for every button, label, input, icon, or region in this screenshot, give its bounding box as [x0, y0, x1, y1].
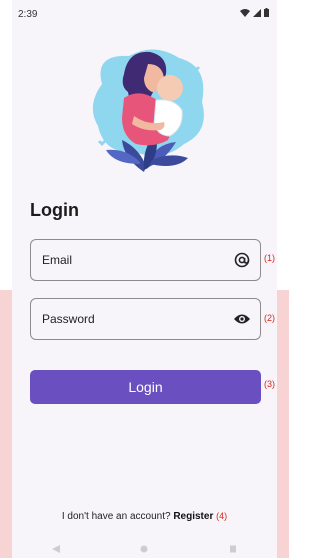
at-sign-icon — [232, 250, 252, 270]
email-placeholder: Email — [42, 253, 73, 267]
login-button[interactable]: Login — [30, 370, 261, 404]
status-bar: 2:39 — [12, 0, 277, 26]
status-time: 2:39 — [18, 9, 38, 20]
annotation-password: (2) — [264, 313, 275, 323]
page-title: Login — [30, 200, 79, 220]
home-nav-icon[interactable] — [138, 545, 150, 553]
annotation-register: (4) — [216, 511, 228, 521]
register-link[interactable]: Register — [173, 511, 213, 522]
eye-icon[interactable] — [232, 309, 252, 329]
register-prompt-text: I don't have an account? — [61, 511, 171, 522]
phone-screen: 2:39 Login Email (1) Password (2) Login … — [12, 0, 277, 558]
recents-nav-icon[interactable] — [227, 545, 239, 553]
back-nav-icon[interactable] — [50, 545, 62, 553]
annotation-email: (1) — [264, 253, 275, 263]
status-icons — [240, 8, 269, 17]
email-field[interactable]: Email — [30, 239, 261, 281]
password-placeholder: Password — [42, 312, 95, 326]
mother-baby-illustration — [84, 44, 210, 174]
annotation-login: (3) — [264, 379, 275, 389]
wifi-icon — [240, 8, 250, 17]
register-prompt: I don't have an account? Register (4) — [12, 511, 277, 522]
signal-icon — [253, 8, 261, 17]
battery-icon — [264, 8, 269, 17]
password-field[interactable]: Password — [30, 298, 261, 340]
system-nav-bar — [12, 540, 277, 558]
